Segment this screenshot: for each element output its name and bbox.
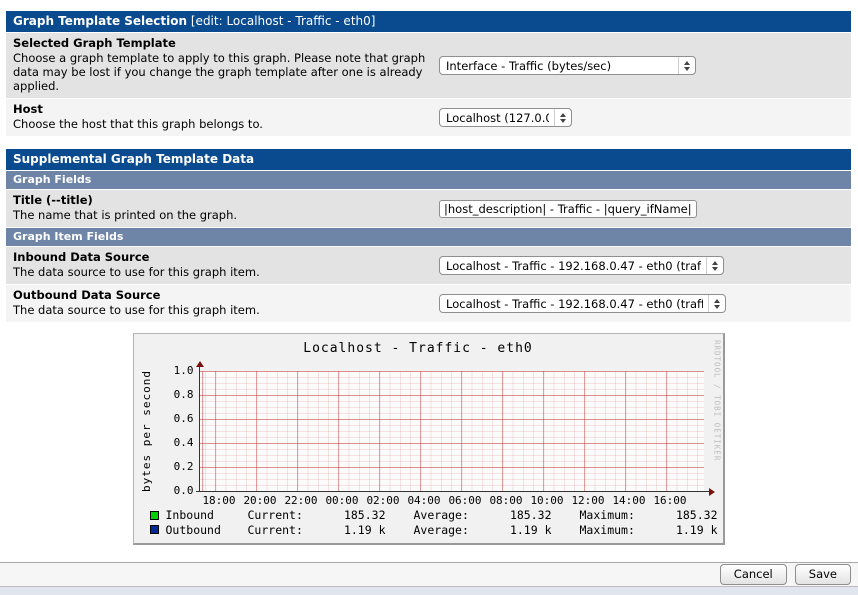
graph-legend: Inbound Current: 185.32 Average: 185.32 … bbox=[149, 508, 718, 538]
field-description-inbound: The data source to use for this graph it… bbox=[13, 265, 260, 279]
form-row-title: Title (--title) The name that is printed… bbox=[6, 190, 851, 227]
select-value: Interface - Traffic (bytes/sec) bbox=[446, 58, 612, 73]
legend-current-value: 1.19 k bbox=[343, 522, 386, 537]
graph-y-axis-line bbox=[198, 366, 200, 492]
y-tick-label: 0.8 bbox=[173, 388, 194, 401]
graph-y-axis-label: bytes per second bbox=[139, 370, 153, 492]
section-edit-context: [edit: Localhost - Traffic - eth0] bbox=[190, 14, 376, 28]
legend-average-value: 185.32 bbox=[509, 508, 552, 523]
field-label-outbound: Outbound Data Source bbox=[13, 288, 161, 302]
inbound-data-source-select[interactable]: Localhost - Traffic - 192.168.0.47 - eth… bbox=[439, 256, 724, 275]
subheader-graph-fields: Graph Fields bbox=[6, 171, 851, 189]
select-stepper-icon bbox=[678, 57, 695, 74]
x-tick-label: 10:00 bbox=[530, 494, 564, 507]
x-tick-label: 20:00 bbox=[243, 494, 277, 507]
x-tick-label: 08:00 bbox=[489, 494, 523, 507]
page-bottom-margin bbox=[0, 587, 858, 595]
section-header-graph-template-selection: Graph Template Selection [edit: Localhos… bbox=[6, 11, 851, 32]
host-select[interactable]: Localhost (127.0.0.1) bbox=[439, 108, 572, 127]
save-button[interactable]: Save bbox=[794, 564, 851, 585]
graph-preview-image: Localhost - Traffic - eth0 RRDTOOL / TOB… bbox=[132, 333, 725, 545]
section-title: Supplemental Graph Template Data bbox=[13, 152, 255, 166]
graph-x-tick-labels: 18:00 20:00 22:00 00:00 02:00 04:00 06:00 08:00… bbox=[199, 494, 704, 507]
x-tick-label: 06:00 bbox=[448, 494, 482, 507]
legend-row: Outbound Current: 1.19 k Average: 1.19 k… bbox=[149, 522, 718, 538]
field-label-host: Host bbox=[13, 102, 43, 116]
legend-average-value: 1.19 k bbox=[509, 522, 552, 537]
field-description-selected-graph-template: Choose a graph template to apply to this… bbox=[13, 51, 426, 93]
x-axis-arrow-icon bbox=[708, 488, 715, 496]
graph-template-selection-section: Graph Template Selection [edit: Localhos… bbox=[6, 11, 851, 136]
graph-preview-wrap: Localhost - Traffic - eth0 RRDTOOL / TOB… bbox=[6, 333, 851, 545]
graph-title: Localhost - Traffic - eth0 bbox=[303, 341, 533, 356]
field-label-inbound: Inbound Data Source bbox=[13, 250, 150, 264]
outbound-data-source-select[interactable]: Localhost - Traffic - 192.168.0.47 - eth… bbox=[439, 294, 726, 313]
legend-maximum-value: 185.32 bbox=[675, 508, 718, 523]
y-axis-arrow-icon bbox=[195, 361, 204, 367]
select-stepper-icon bbox=[554, 109, 571, 126]
y-tick-label: 1.0 bbox=[173, 364, 194, 377]
field-label-selected-graph-template: Selected Graph Template bbox=[13, 36, 176, 50]
select-stepper-icon bbox=[708, 295, 725, 312]
graph-plot-area bbox=[198, 371, 704, 491]
legend-swatch-icon bbox=[149, 525, 159, 535]
legend-maximum-label: Maximum: bbox=[579, 508, 635, 523]
select-value: Localhost - Traffic - 192.168.0.47 - eth… bbox=[446, 258, 701, 273]
section-title: Graph Template Selection bbox=[13, 14, 188, 28]
x-tick-label: 04:00 bbox=[407, 494, 441, 507]
subheader-graph-item-fields: Graph Item Fields bbox=[6, 228, 851, 246]
x-tick-label: 12:00 bbox=[571, 494, 605, 507]
form-row-inbound-data-source: Inbound Data Source The data source to u… bbox=[6, 247, 851, 284]
page: Graph Template Selection [edit: Localhos… bbox=[0, 0, 858, 545]
legend-swatch-icon bbox=[149, 510, 159, 520]
x-tick-label: 16:00 bbox=[653, 494, 687, 507]
x-tick-label: 18:00 bbox=[202, 494, 236, 507]
y-tick-label: 0.2 bbox=[173, 460, 194, 473]
field-description-host: Choose the host that this graph belongs … bbox=[13, 117, 263, 131]
cancel-button[interactable]: Cancel bbox=[719, 564, 787, 585]
y-tick-label: 0.4 bbox=[173, 436, 194, 449]
legend-current-value: 185.32 bbox=[343, 508, 386, 523]
y-tick-label: 0.6 bbox=[173, 412, 194, 425]
field-description-outbound: The data source to use for this graph it… bbox=[13, 303, 260, 317]
x-tick-label: 14:00 bbox=[612, 494, 646, 507]
form-row-selected-graph-template: Selected Graph Template Choose a graph t… bbox=[6, 33, 851, 98]
select-stepper-icon bbox=[706, 257, 723, 274]
legend-maximum-label: Maximum: bbox=[579, 522, 635, 537]
legend-maximum-value: 1.19 k bbox=[675, 522, 718, 537]
form-row-host: Host Choose the host that this graph bel… bbox=[6, 99, 851, 136]
field-label-title: Title (--title) bbox=[13, 193, 93, 207]
legend-current-label: Current: bbox=[247, 522, 303, 537]
form-row-outbound-data-source: Outbound Data Source The data source to … bbox=[6, 285, 851, 322]
selected-graph-template-select[interactable]: Interface - Traffic (bytes/sec) bbox=[439, 56, 696, 75]
section-header-supplemental: Supplemental Graph Template Data bbox=[6, 149, 851, 170]
legend-series-name: Outbound bbox=[165, 522, 221, 537]
legend-series-name: Inbound bbox=[165, 508, 214, 523]
legend-row: Inbound Current: 185.32 Average: 185.32 … bbox=[149, 508, 718, 523]
select-value: Localhost - Traffic - 192.168.0.47 - eth… bbox=[446, 296, 703, 311]
x-tick-label: 22:00 bbox=[284, 494, 318, 507]
legend-average-label: Average: bbox=[413, 522, 469, 537]
legend-average-label: Average: bbox=[413, 508, 469, 523]
x-tick-label: 02:00 bbox=[366, 494, 400, 507]
title-input[interactable] bbox=[439, 199, 697, 218]
select-value: Localhost (127.0.0.1) bbox=[446, 110, 549, 125]
graph-x-axis-line bbox=[195, 491, 709, 492]
legend-current-label: Current: bbox=[247, 508, 303, 523]
graph-y-tick-labels: 1.0 0.8 0.6 0.4 0.2 0.0 bbox=[152, 359, 194, 503]
rrdtool-watermark: RRDTOOL / TOBI OETIKER bbox=[712, 340, 722, 462]
supplemental-data-section: Supplemental Graph Template Data Graph F… bbox=[6, 149, 851, 322]
field-description-title: The name that is printed on the graph. bbox=[13, 208, 238, 222]
y-tick-label: 0.0 bbox=[173, 484, 194, 497]
action-bar: Cancel Save bbox=[0, 562, 858, 587]
x-tick-label: 00:00 bbox=[325, 494, 359, 507]
